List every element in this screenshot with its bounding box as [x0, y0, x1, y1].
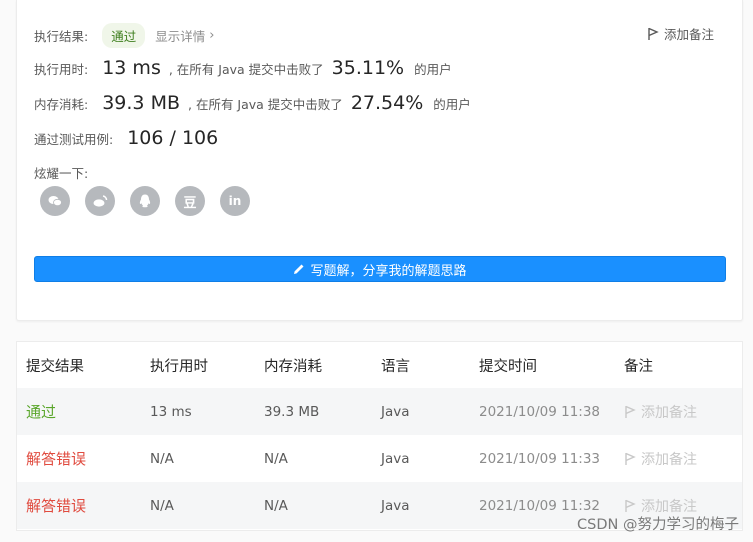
header-memory[interactable]: 内存消耗 [264, 355, 381, 376]
result-link[interactable]: 解答错误 [26, 497, 86, 515]
header-note: 备注 [624, 358, 653, 375]
runtime-percent: 35.11% [331, 57, 405, 79]
header-language[interactable]: 语言 [381, 355, 479, 376]
table-header: 提交结果 执行用时 内存消耗 语言 提交时间 备注 [17, 342, 742, 388]
watermark: CSDN @努力学习的梅子 [577, 517, 739, 533]
header-result[interactable]: 提交结果 [17, 355, 150, 376]
memory-row: 内存消耗: 39.3 MB , 在所有 Java 提交中击败了 27.54% 的… [34, 92, 479, 114]
result-card: 执行结果: 通过 显示详情 › 添加备注 执行用时: 13 ms , 在所有 J… [16, 0, 743, 321]
flag-icon [625, 499, 636, 512]
qq-icon[interactable] [130, 186, 160, 216]
douban-icon[interactable]: 豆 [175, 186, 205, 216]
flag-icon [648, 27, 659, 40]
show-details-label: 显示详情 [155, 29, 206, 44]
runtime-label: 执行用时: [34, 61, 89, 77]
share-buttons: 豆 in [40, 186, 265, 216]
flag-icon [625, 405, 636, 418]
add-note-button[interactable]: 添加备注 [624, 402, 697, 422]
result-link[interactable]: 解答错误 [26, 450, 86, 468]
pen-icon [294, 264, 304, 274]
flag-icon [625, 452, 636, 465]
show-details-link[interactable]: 显示详情 › [155, 26, 214, 45]
cell-memory: N/A [264, 450, 288, 467]
header-submit-time[interactable]: 提交时间 [479, 355, 624, 376]
add-note-button[interactable]: 添加备注 [647, 24, 714, 43]
cell-runtime: N/A [150, 497, 174, 514]
cell-language: Java [381, 497, 410, 514]
tests-row: 通过测试用例: 106 / 106 [34, 127, 218, 149]
share-label: 炫耀一下: [34, 166, 89, 181]
cell-submit-time: 2021/10/09 11:38 [479, 403, 601, 420]
tests-label: 通过测试用例: [34, 131, 114, 147]
linkedin-icon[interactable]: in [220, 186, 250, 216]
result-label: 执行结果: [34, 29, 89, 44]
runtime-suffix: 的用户 [414, 61, 452, 77]
cell-memory: N/A [264, 497, 288, 514]
write-solution-label: 写题解，分享我的解题思路 [310, 263, 467, 279]
memory-value: 39.3 MB [102, 92, 180, 114]
status-badge: 通过 [102, 23, 146, 48]
add-note-label: 添加备注 [663, 27, 714, 42]
runtime-beat-text: , 在所有 Java 提交中击败了 [168, 61, 324, 77]
cell-runtime: 13 ms [150, 403, 192, 420]
cell-submit-time: 2021/10/09 11:32 [479, 497, 601, 514]
cell-language: Java [381, 403, 410, 420]
header-runtime[interactable]: 执行用时 [150, 355, 264, 376]
share-row: 炫耀一下: [34, 163, 102, 182]
chevron-right-icon: › [209, 28, 215, 43]
memory-label: 内存消耗: [34, 96, 89, 112]
result-link[interactable]: 通过 [26, 403, 56, 421]
table-row: 通过 13 ms 39.3 MB Java 2021/10/09 11:38 添… [17, 388, 742, 435]
memory-beat-text: , 在所有 Java 提交中击败了 [188, 96, 343, 112]
cell-runtime: N/A [150, 450, 174, 467]
table-row: 解答错误 N/A N/A Java 2021/10/09 11:33 添加备注 [17, 435, 742, 482]
runtime-value: 13 ms [102, 57, 161, 79]
cell-language: Java [381, 450, 410, 467]
cell-submit-time: 2021/10/09 11:33 [479, 450, 601, 467]
submissions-table: 提交结果 执行用时 内存消耗 语言 提交时间 备注 通过 13 ms 39.3 … [16, 341, 743, 531]
runtime-row: 执行用时: 13 ms , 在所有 Java 提交中击败了 35.11% 的用户 [34, 57, 460, 79]
cell-memory: 39.3 MB [264, 403, 320, 420]
result-row: 执行结果: 通过 显示详情 › [34, 23, 214, 48]
memory-suffix: 的用户 [433, 96, 471, 112]
weibo-icon[interactable] [85, 186, 115, 216]
memory-percent: 27.54% [350, 92, 424, 114]
write-solution-button[interactable]: 写题解，分享我的解题思路 [34, 256, 726, 282]
add-note-button[interactable]: 添加备注 [624, 449, 697, 469]
wechat-icon[interactable] [40, 186, 70, 216]
tests-value: 106 / 106 [127, 127, 219, 149]
